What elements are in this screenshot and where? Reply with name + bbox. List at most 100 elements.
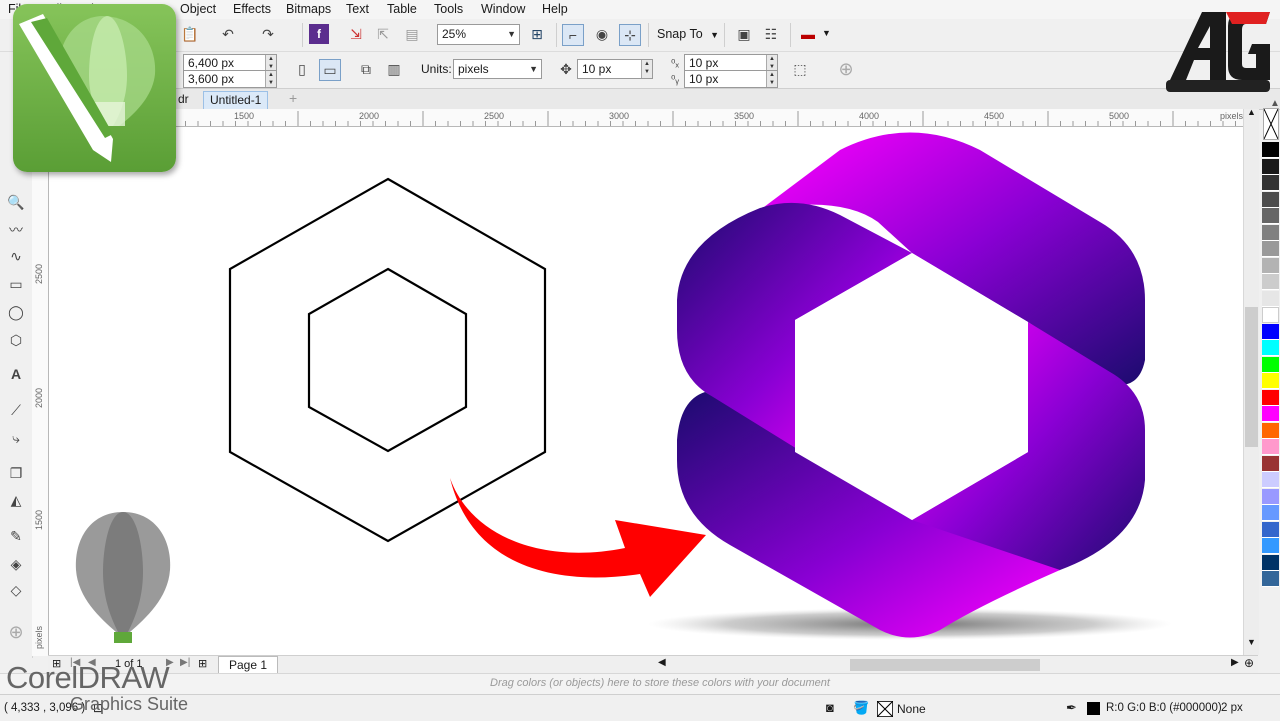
corel-connect-icon[interactable]: f: [309, 24, 329, 44]
page-height-field[interactable]: 3,600 px ▲ ▼: [183, 70, 277, 88]
palette-swatch[interactable]: [1262, 307, 1279, 323]
palette-swatch[interactable]: [1262, 406, 1279, 422]
zoom-navigator-icon[interactable]: ⊕: [1244, 656, 1254, 670]
show-guidelines-icon[interactable]: ⊹: [619, 24, 641, 46]
palette-swatch[interactable]: [1262, 422, 1279, 439]
menu-item-tools[interactable]: Tools: [434, 2, 463, 16]
smart-fill-icon[interactable]: ◇: [6, 580, 26, 600]
spinner-icon[interactable]: ▲ ▼: [265, 55, 276, 71]
add-page-after-icon[interactable]: ⊞: [198, 657, 207, 670]
portrait-icon[interactable]: ▯: [292, 59, 312, 79]
polygon-tool-icon[interactable]: ⬡: [6, 330, 26, 350]
add-icon[interactable]: ⊕: [836, 59, 856, 79]
menu-item-object[interactable]: Object: [180, 2, 216, 16]
horizontal-ruler[interactable]: 1500 2000 2500 3000 3500 4000 4500 5000 …: [48, 109, 1258, 127]
palette-swatch[interactable]: [1262, 389, 1279, 406]
nudge-distance-field[interactable]: 10 px ▲ ▼: [577, 59, 653, 79]
palette-swatch[interactable]: [1262, 142, 1279, 158]
palette-swatch[interactable]: [1262, 241, 1279, 257]
chevron-down-icon[interactable]: ▼: [822, 28, 831, 38]
scroll-right-icon[interactable]: ▶: [1231, 657, 1239, 668]
current-page-icon[interactable]: ▥: [384, 59, 404, 79]
palette-swatch[interactable]: [1262, 290, 1279, 307]
palette-swatch[interactable]: [1262, 340, 1279, 356]
scroll-left-icon[interactable]: ◀: [658, 657, 666, 668]
view-mode-icon[interactable]: ◉: [592, 24, 612, 44]
palette-swatch[interactable]: [1262, 521, 1279, 538]
freehand-tool-icon[interactable]: 〰: [6, 220, 26, 240]
palette-swatch[interactable]: [1262, 323, 1279, 340]
menu-item-effects[interactable]: Effects: [233, 2, 271, 16]
scrollbar-thumb[interactable]: [1245, 307, 1258, 447]
menu-item-help[interactable]: Help: [542, 2, 568, 16]
palette-swatch[interactable]: [1262, 274, 1279, 290]
palette-swatch[interactable]: [1262, 455, 1279, 472]
menu-item-window[interactable]: Window: [481, 2, 525, 16]
options-icon[interactable]: ☷: [761, 24, 781, 44]
palette-swatch[interactable]: [1262, 208, 1279, 224]
palette-swatch[interactable]: [1262, 257, 1279, 274]
menu-item-bitmaps[interactable]: Bitmaps: [286, 2, 331, 16]
import-icon[interactable]: ⇲: [346, 24, 366, 44]
drop-shadow-icon[interactable]: ❐: [6, 463, 26, 483]
palette-swatch[interactable]: [1262, 505, 1279, 521]
tab-untitled-1[interactable]: Untitled-1: [203, 91, 269, 109]
welcome-screen-icon[interactable]: ▣: [734, 24, 754, 44]
export-icon[interactable]: ⇱: [373, 24, 393, 44]
palette-swatch[interactable]: [1262, 158, 1279, 175]
undo-icon[interactable]: ↶: [218, 24, 238, 44]
horizontal-scrollbar-thumb[interactable]: [850, 659, 1040, 671]
palette-swatch[interactable]: [1262, 472, 1279, 488]
application-launcher-icon[interactable]: ▬: [798, 24, 818, 44]
page-tab-1[interactable]: Page 1: [218, 656, 279, 674]
palette-swatch[interactable]: [1262, 439, 1279, 455]
zoom-level-combo[interactable]: 25% ▼: [437, 24, 520, 45]
paste-icon[interactable]: 📋: [180, 24, 200, 44]
palette-swatch[interactable]: [1262, 554, 1279, 571]
rectangle-tool-icon[interactable]: ▭: [6, 274, 26, 294]
palette-swatch[interactable]: [1262, 571, 1279, 587]
ellipse-tool-icon[interactable]: ◯: [6, 302, 26, 322]
inner-hexagon-outline[interactable]: [307, 267, 468, 453]
spinner-icon[interactable]: ▲ ▼: [766, 71, 777, 87]
chevron-up-icon[interactable]: ▲: [1247, 107, 1256, 117]
treat-as-filled-icon[interactable]: ⬚: [790, 59, 810, 79]
palette-swatch[interactable]: [1262, 224, 1279, 241]
interactive-fill-icon[interactable]: ◈: [6, 554, 26, 574]
menu-item-table[interactable]: Table: [387, 2, 417, 16]
text-tool-icon[interactable]: A: [6, 364, 26, 384]
spinner-icon[interactable]: ▲ ▼: [766, 55, 777, 71]
duplicate-y-field[interactable]: 10 px ▲ ▼: [684, 70, 778, 88]
last-page-icon[interactable]: ▶|: [180, 657, 190, 668]
new-tab-icon[interactable]: +: [283, 91, 303, 108]
zoom-to-page-icon[interactable]: ⊞: [527, 24, 547, 44]
menu-item-text[interactable]: Text: [346, 2, 369, 16]
color-proofing-icon[interactable]: ◙: [826, 700, 834, 715]
palette-no-color-swatch[interactable]: [1263, 108, 1279, 140]
spinner-icon[interactable]: ▲ ▼: [265, 71, 276, 87]
transparency-tool-icon[interactable]: ◭: [6, 490, 26, 510]
publish-pdf-icon[interactable]: ▤: [402, 24, 422, 44]
outer-hexagon-outline[interactable]: [228, 177, 547, 543]
outline-pen-icon[interactable]: ✒: [1066, 700, 1077, 716]
connector-tool-icon[interactable]: ⤷: [6, 428, 26, 448]
palette-swatch[interactable]: [1262, 356, 1279, 373]
redo-icon[interactable]: ↷: [258, 24, 278, 44]
document-palette[interactable]: Drag colors (or objects) here to store t…: [0, 673, 1280, 694]
zoom-tool-icon[interactable]: 🔍: [6, 192, 26, 212]
vertical-ruler[interactable]: 2500 2000 1500 pixels: [32, 126, 49, 656]
add-icon[interactable]: ⊕: [6, 622, 26, 642]
parallel-dimension-icon[interactable]: ⟋: [6, 400, 26, 420]
show-rulers-icon[interactable]: ⌐: [562, 24, 584, 46]
palette-swatch[interactable]: [1262, 373, 1279, 389]
palette-swatch[interactable]: [1262, 538, 1279, 554]
chevron-down-icon[interactable]: ▼: [1247, 637, 1256, 647]
eyedropper-icon[interactable]: ✎: [6, 526, 26, 546]
landscape-icon[interactable]: ▭: [319, 59, 341, 81]
all-pages-icon[interactable]: ⧉: [356, 59, 376, 79]
palette-swatch[interactable]: [1262, 175, 1279, 191]
drawing-canvas[interactable]: [49, 127, 1243, 655]
palette-swatch[interactable]: [1262, 191, 1279, 208]
vertical-scrollbar[interactable]: ▼ ▲: [1243, 107, 1259, 655]
fill-bucket-icon[interactable]: 🪣: [853, 700, 869, 716]
